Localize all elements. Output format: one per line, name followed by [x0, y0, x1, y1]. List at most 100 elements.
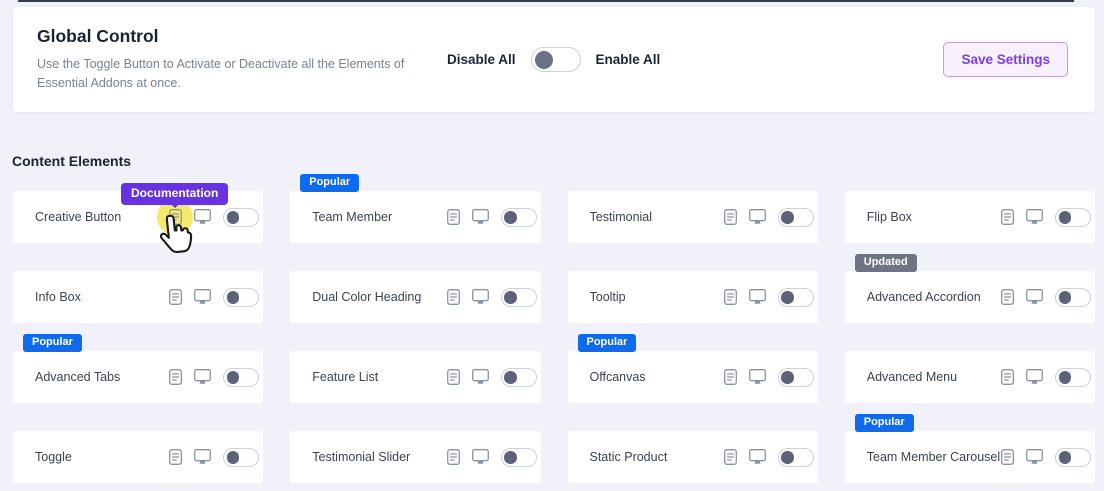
documentation-icon[interactable]	[1001, 209, 1014, 225]
window-top-edge	[18, 0, 1074, 2]
element-toggle[interactable]	[223, 367, 260, 387]
documentation-icon[interactable]	[446, 369, 460, 385]
element-name: Creative Button	[35, 210, 122, 224]
documentation-icon[interactable]	[723, 369, 737, 385]
element-badge: Popular	[577, 334, 637, 352]
toggle-knob	[504, 211, 517, 224]
toggle-knob	[1058, 211, 1071, 224]
live-demo-icon[interactable]	[194, 369, 212, 385]
element-name: Dual Color Heading	[312, 290, 422, 304]
live-demo-icon[interactable]	[471, 449, 489, 465]
element-toggle[interactable]	[777, 207, 814, 227]
element-controls	[723, 207, 814, 227]
element-toggle[interactable]	[500, 207, 537, 227]
toggle-knob	[781, 211, 794, 224]
live-demo-icon[interactable]	[748, 369, 766, 385]
documentation-icon[interactable]	[169, 289, 183, 305]
live-demo-icon[interactable]	[748, 209, 766, 225]
toggle-knob	[1058, 451, 1071, 464]
element-controls	[723, 287, 814, 307]
live-demo-icon[interactable]	[1026, 369, 1043, 385]
documentation-icon[interactable]	[1001, 449, 1014, 465]
disable-all-label: Disable All	[447, 52, 516, 67]
element-controls	[446, 447, 537, 467]
element-name: Testimonial Slider	[312, 450, 411, 464]
documentation-icon[interactable]	[446, 449, 460, 465]
element-controls	[723, 447, 814, 467]
documentation-icon[interactable]	[446, 209, 460, 225]
element-toggle[interactable]	[223, 207, 260, 227]
element-toggle[interactable]	[1055, 287, 1091, 307]
element-toggle[interactable]	[500, 287, 537, 307]
mouse-cursor	[157, 211, 198, 262]
documentation-icon[interactable]	[723, 449, 737, 465]
toggle-knob	[781, 451, 794, 464]
element-card-advanced-tabs: Popular Advanced Tabs	[13, 334, 264, 403]
content-elements-heading: Content Elements	[12, 153, 132, 169]
element-name: Info Box	[35, 290, 81, 304]
element-toggle[interactable]	[223, 447, 260, 467]
live-demo-icon[interactable]	[471, 289, 489, 305]
live-demo-icon[interactable]	[1026, 209, 1043, 225]
element-card-creative-button: Creative Button Documentation	[13, 183, 264, 254]
documentation-icon[interactable]	[723, 289, 737, 305]
toggle-knob	[504, 291, 517, 304]
element-controls	[446, 367, 537, 387]
element-toggle[interactable]	[223, 287, 260, 307]
toggle-knob	[226, 371, 240, 384]
documentation-icon[interactable]	[169, 449, 183, 465]
element-toggle[interactable]	[1055, 447, 1091, 467]
master-toggle[interactable]	[530, 47, 581, 72]
element-card-advanced-menu: Advanced Menu	[844, 351, 1095, 403]
live-demo-icon[interactable]	[471, 369, 489, 385]
element-toggle[interactable]	[500, 367, 537, 387]
live-demo-icon[interactable]	[194, 289, 212, 305]
element-card-testimonial-slider: Testimonial Slider	[290, 431, 541, 483]
element-name: Feature List	[312, 370, 379, 384]
toggle-knob	[504, 371, 517, 384]
documentation-icon[interactable]	[446, 289, 460, 305]
element-name: Toggle	[35, 450, 72, 464]
global-control-title: Global Control	[37, 25, 159, 46]
element-toggle[interactable]	[777, 367, 814, 387]
save-settings-button[interactable]: Save Settings	[943, 42, 1068, 77]
elements-grid: Creative Button Documentation Popular Te…	[13, 174, 1095, 483]
documentation-icon[interactable]	[1001, 369, 1014, 385]
documentation-icon[interactable]	[169, 369, 183, 385]
element-card-dual-color-heading: Dual Color Heading	[290, 271, 541, 323]
global-control-description: Use the Toggle Button to Activate or Dea…	[37, 56, 405, 90]
element-toggle[interactable]	[777, 447, 814, 467]
toggle-knob	[226, 211, 240, 224]
toggle-knob	[534, 50, 553, 69]
element-toggle[interactable]	[1055, 367, 1091, 387]
element-name: Testimonial	[589, 210, 653, 224]
element-toggle[interactable]	[777, 287, 814, 307]
element-toggle[interactable]	[500, 447, 537, 467]
element-name: Advanced Accordion	[866, 290, 981, 304]
documentation-icon[interactable]	[723, 209, 737, 225]
element-name: Tooltip	[589, 290, 626, 304]
toggle-knob	[226, 451, 240, 464]
live-demo-icon[interactable]	[194, 209, 212, 225]
element-name: Offcanvas	[589, 370, 646, 384]
element-controls	[723, 367, 814, 387]
live-demo-icon[interactable]	[1026, 449, 1043, 465]
live-demo-icon[interactable]	[1026, 289, 1043, 305]
documentation-icon[interactable]	[1001, 289, 1014, 305]
element-toggle[interactable]	[1055, 207, 1091, 227]
element-card-advanced-accordion: Updated Advanced Accordion	[844, 254, 1095, 323]
element-controls	[1001, 287, 1091, 307]
element-badge: Popular	[854, 414, 914, 432]
live-demo-icon[interactable]	[748, 289, 766, 305]
documentation-tooltip: Documentation	[121, 183, 229, 209]
element-badge: Updated	[854, 254, 917, 272]
live-demo-icon[interactable]	[471, 209, 489, 225]
enable-all-label: Enable All	[595, 52, 661, 67]
element-controls	[446, 287, 537, 307]
live-demo-icon[interactable]	[748, 449, 766, 465]
toggle-knob	[1058, 371, 1071, 384]
live-demo-icon[interactable]	[194, 449, 212, 465]
element-controls	[1001, 367, 1091, 387]
element-controls	[169, 367, 260, 387]
element-name: Advanced Menu	[866, 370, 958, 384]
